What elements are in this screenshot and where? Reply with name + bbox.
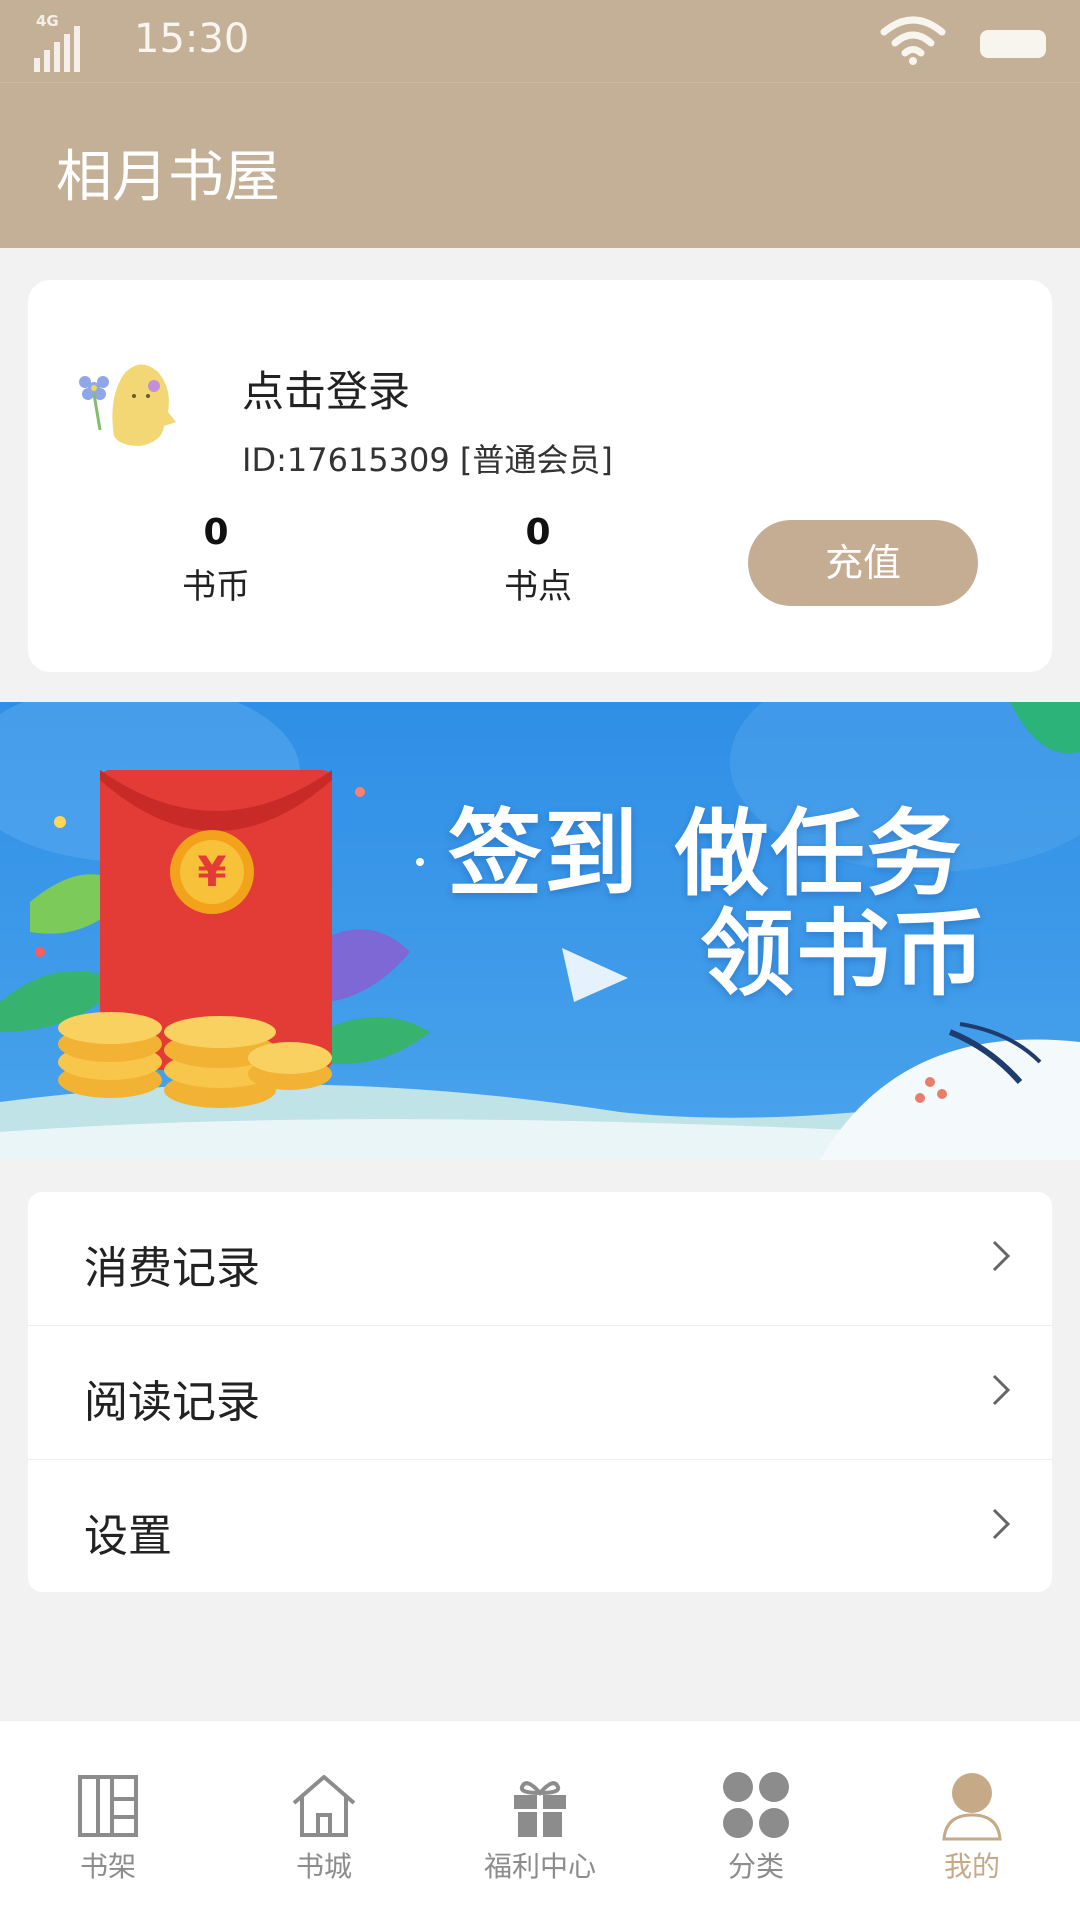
home-icon [292,1775,356,1837]
user-id: ID:17615309 [普通会员] [242,435,613,481]
login-link[interactable]: 点击登录 [242,358,410,419]
stat-book-coins-label: 书币 [182,567,250,607]
banner-coin-symbol: ¥ [197,847,226,896]
menu-item-settings[interactable]: 设置 [28,1460,1052,1592]
bottom-tab-bar: 书架 书城 福利中心 分类 我的 [0,1720,1080,1921]
banner-subheadline: 领书币 [700,900,989,1009]
user-id-value: ID:17615309 [242,441,450,479]
member-level-badge: [普通会员] [459,441,613,479]
menu-item-reading-records[interactable]: 阅读记录 [28,1326,1052,1460]
menu-item-label: 阅读记录 [84,1377,260,1428]
stat-book-points-label: 书点 [504,567,572,607]
app-header: 4G 15:30 相月书屋 [0,0,1080,248]
stat-book-points-value: 0 [525,512,551,553]
stat-book-points[interactable]: 0 书点 [458,512,618,608]
menu-item-label: 消费记录 [84,1243,260,1294]
signal-icon: 4G [34,12,98,72]
tab-mine[interactable]: 我的 [864,1721,1080,1921]
tab-label: 书架 [79,1850,136,1883]
tab-label: 分类 [727,1850,784,1883]
bookshelf-icon [78,1775,138,1837]
stat-book-coins-value: 0 [203,512,229,553]
recharge-button[interactable]: 充值 [748,520,978,606]
chevron-right-icon [992,1240,1011,1272]
app-title: 相月书屋 [56,145,280,210]
gift-icon [514,1781,566,1837]
stat-book-coins[interactable]: 0 书币 [136,512,296,608]
category-icon [723,1772,789,1838]
tab-label: 我的 [943,1850,1000,1883]
profile-icon [942,1773,1002,1841]
menu-item-consumption-records[interactable]: 消费记录 [28,1192,1052,1326]
chevron-right-icon [992,1508,1011,1540]
tab-bookshelf[interactable]: 书架 [0,1721,216,1921]
menu-item-label: 设置 [84,1511,172,1562]
menu-list: 消费记录 阅读记录 设置 [28,1192,1052,1592]
wifi-icon [880,16,946,65]
chevron-right-icon [992,1374,1011,1406]
avatar[interactable] [74,348,204,458]
battery-icon [980,30,1046,58]
profile-card: 点击登录 ID:17615309 [普通会员] 0 书币 0 书点 充值 [28,280,1052,672]
status-time: 15:30 [134,16,250,62]
network-type: 4G [36,12,59,30]
tab-label: 福利中心 [483,1850,596,1883]
tab-label: 书城 [295,1850,352,1883]
tab-welfare-center[interactable]: 福利中心 [432,1721,648,1921]
status-bar: 4G 15:30 [0,0,1080,83]
tab-bookstore[interactable]: 书城 [216,1721,432,1921]
checkin-task-banner[interactable]: ¥ 签到 做任务 领书币 [0,702,1080,1160]
tab-category[interactable]: 分类 [648,1721,864,1921]
